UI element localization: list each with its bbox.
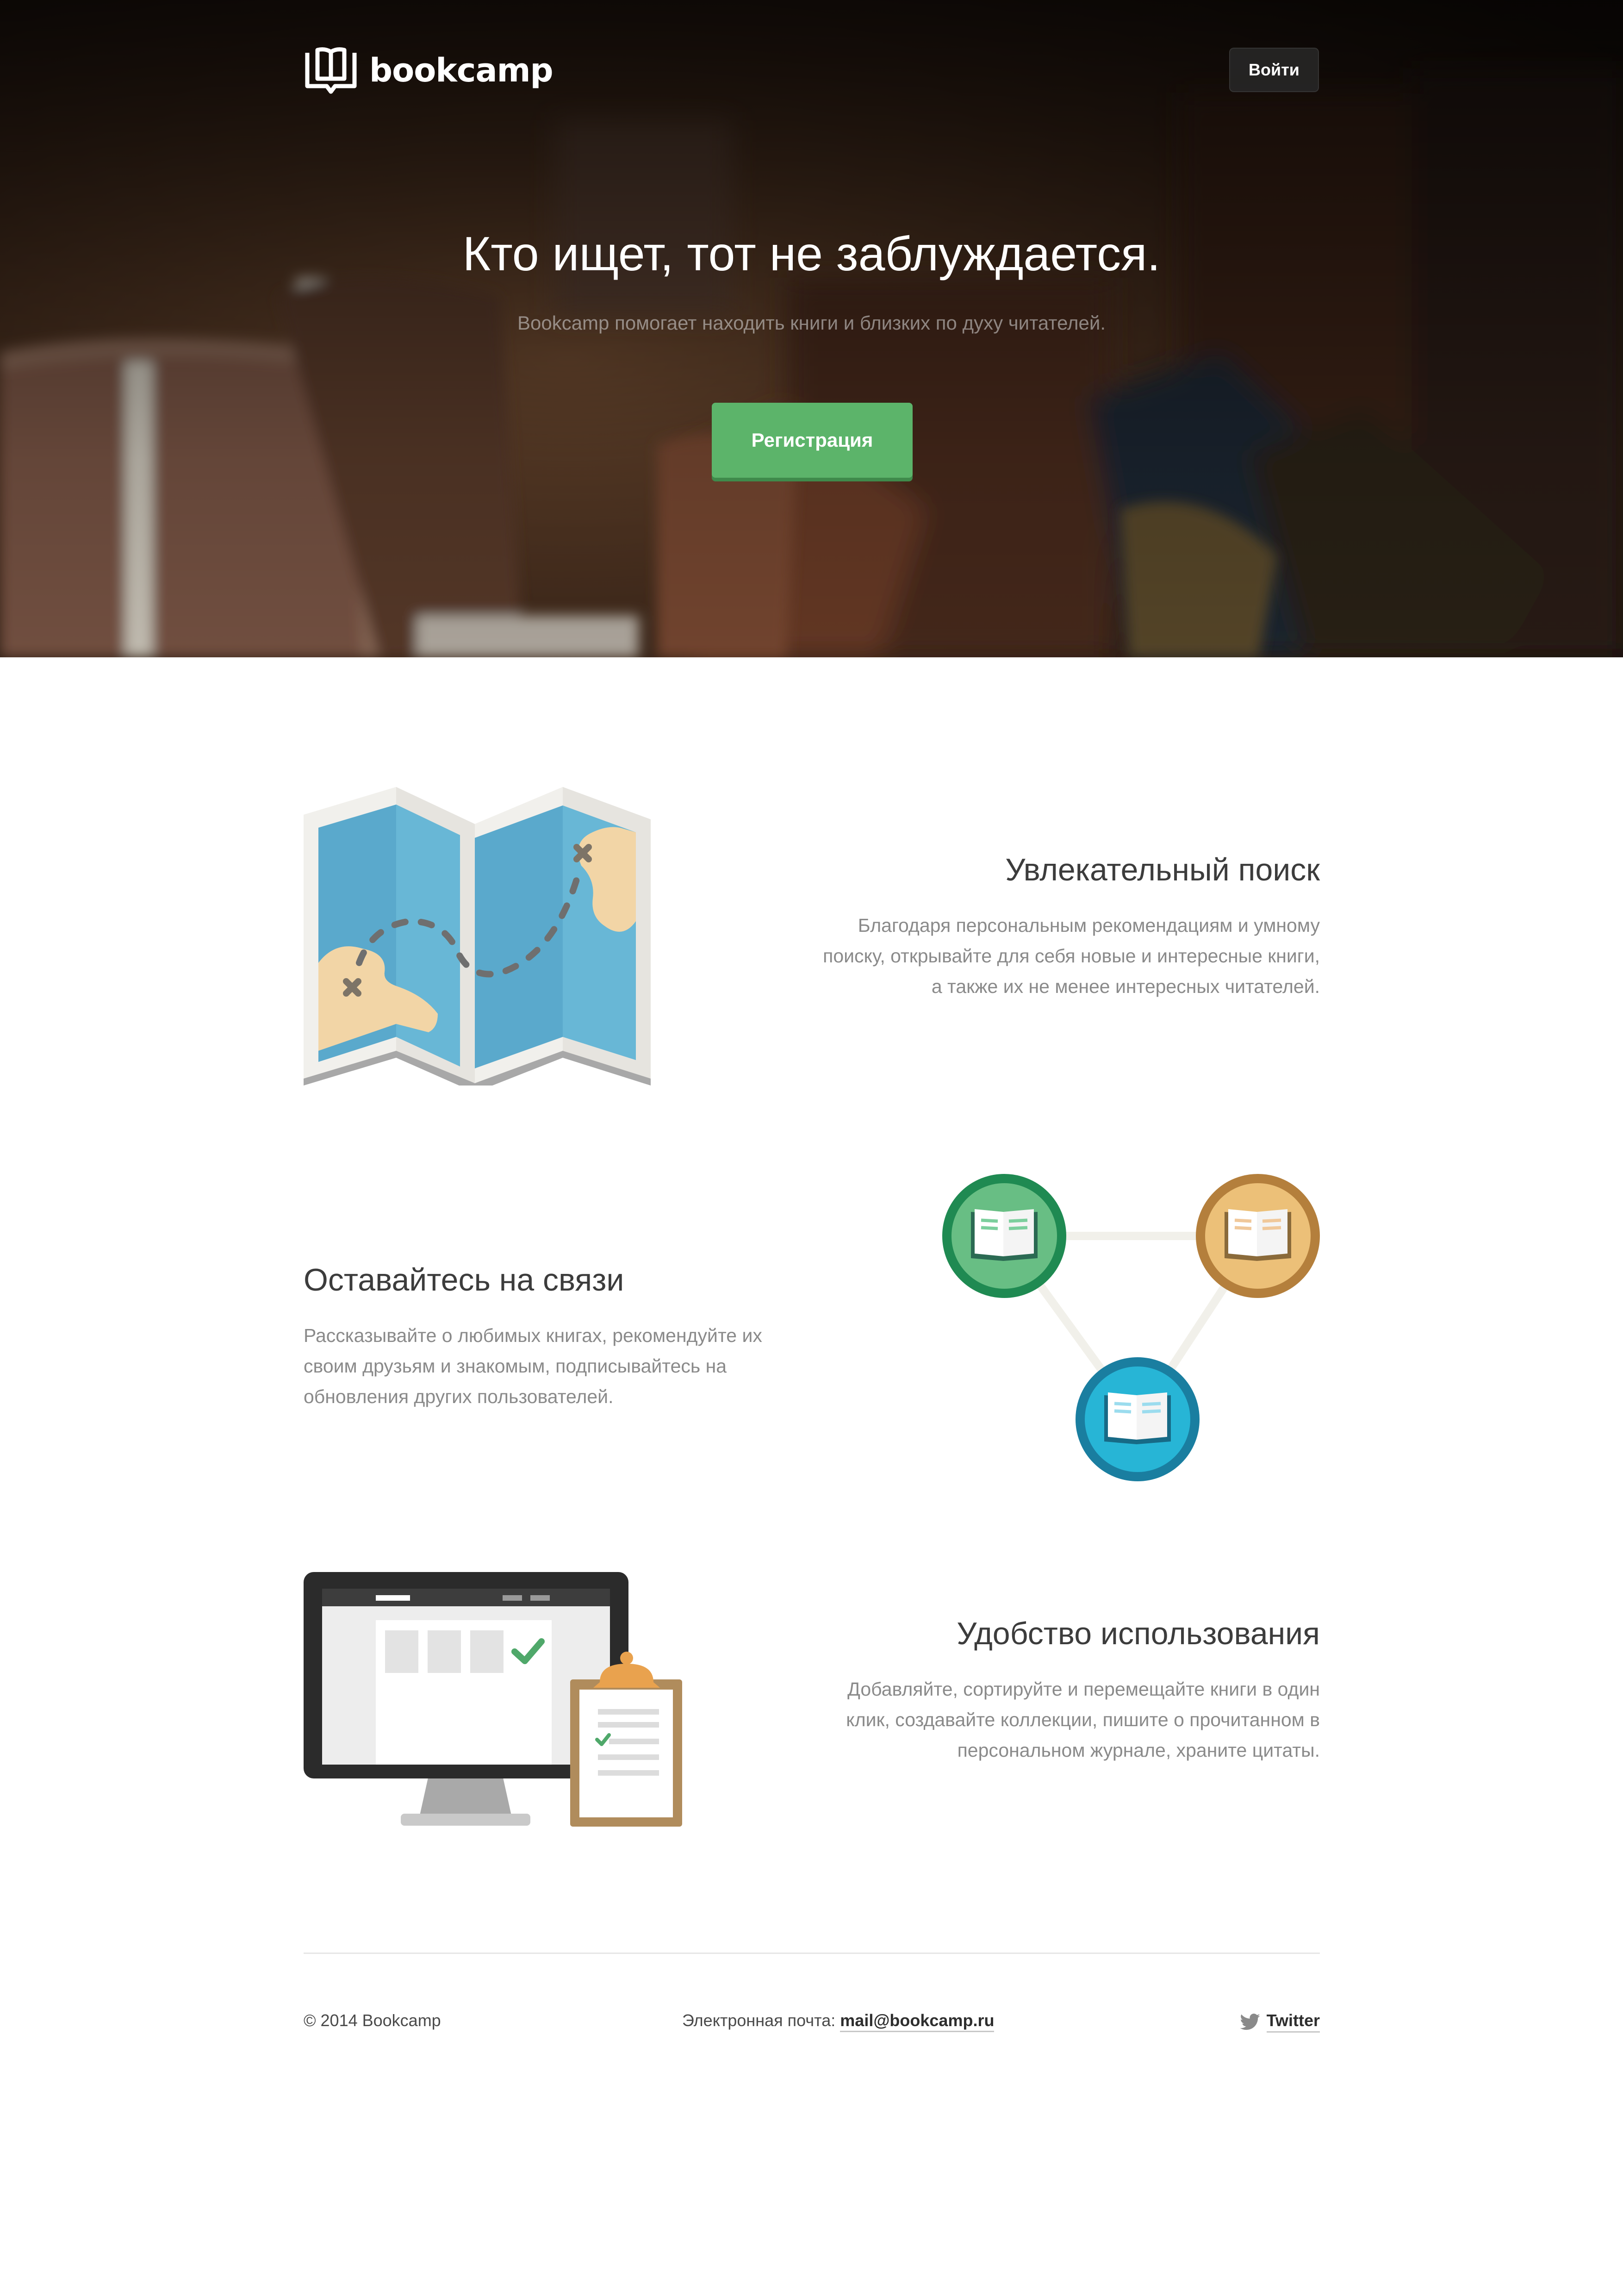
twitter-link[interactable]: Twitter <box>1266 2011 1320 2033</box>
logo-text: bookcamp <box>369 51 553 89</box>
twitter-bird-icon <box>1240 2013 1260 2030</box>
description-line: поиску, открывайте для себя новые и инте… <box>823 945 1320 967</box>
description-line: Добавляйте, сортируйте и перемещайте кни… <box>847 1678 1320 1700</box>
signup-button[interactable]: Регистрация <box>712 403 913 478</box>
footer-copyright: © 2014 Bookcamp <box>304 2011 441 2030</box>
description-line: клик, создавайте коллекции, пишите о про… <box>846 1709 1320 1730</box>
hero-section: bookcamp Войти Кто ищет, тот не заблужда… <box>0 0 1623 657</box>
description-line: Благодаря персональным рекомендациям и у… <box>858 915 1320 936</box>
footer-twitter: Twitter <box>1236 2011 1320 2033</box>
monitor-clipboard-icon <box>304 1572 682 1827</box>
footer-divider <box>304 1953 1320 1954</box>
description-line: Рассказывайте о любимых книгах, рекоменд… <box>304 1325 762 1346</box>
treasure-map-icon <box>304 787 651 1086</box>
email-label: Электронная почта: <box>682 2011 836 2030</box>
logo[interactable]: bookcamp <box>304 46 553 94</box>
description-line: обновления других пользователей. <box>304 1386 614 1407</box>
feature-title: Оставайтесь на связи <box>304 1262 624 1298</box>
book-icon <box>1225 1209 1291 1261</box>
description-line: своим друзьям и знакомым, подписывайтесь… <box>304 1355 727 1377</box>
description-line: а также их не менее интересных читателей… <box>931 976 1320 997</box>
open-book-icon <box>305 47 357 94</box>
feature-description: Добавляйте, сортируйте и перемещайте кни… <box>694 1674 1320 1766</box>
feature-description: Благодаря персональным рекомендациям и у… <box>694 910 1320 1002</box>
description-line: персональном журнале, храните цитаты. <box>957 1740 1320 1761</box>
feature-description: Рассказывайте о любимых книгах, рекоменд… <box>304 1320 905 1412</box>
book-icon <box>1104 1392 1171 1444</box>
book-network-icon <box>942 1174 1320 1481</box>
feature-title: Увлекательный поиск <box>1005 852 1320 887</box>
login-button[interactable]: Войти <box>1229 48 1319 92</box>
footer-email: Электронная почта: mail@bookcamp.ru <box>682 2011 995 2032</box>
hero-title: Кто ищет, тот не заблуждается. <box>462 227 1161 281</box>
email-link[interactable]: mail@bookcamp.ru <box>840 2011 995 2032</box>
book-icon <box>971 1209 1038 1261</box>
hero-subtitle: Bookcamp помогает находить книги и близк… <box>517 312 1106 334</box>
feature-title: Удобство использования <box>957 1616 1320 1651</box>
